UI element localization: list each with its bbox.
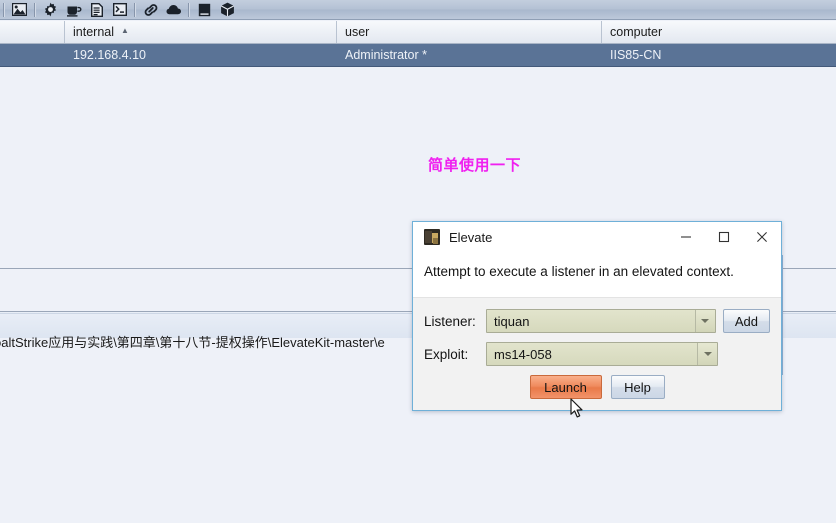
- cube-icon[interactable]: [218, 1, 237, 18]
- toolbar-separator: [34, 2, 36, 17]
- dialog-title: Elevate: [449, 229, 493, 245]
- exploit-field-row: Exploit: ms14-058: [424, 342, 770, 366]
- toolbar-separator: [3, 2, 5, 17]
- file-path-text: oaltStrike应用与实践\第四章\第十八节-提权操作\ElevateKit…: [0, 335, 385, 350]
- close-button[interactable]: [743, 222, 781, 252]
- maximize-button[interactable]: [705, 222, 743, 252]
- terminal-icon[interactable]: [110, 1, 129, 18]
- gear-icon[interactable]: [41, 1, 60, 18]
- help-button[interactable]: Help: [610, 375, 665, 399]
- sort-ascending-icon: ▲: [121, 26, 129, 35]
- cloud-icon[interactable]: [164, 1, 183, 18]
- application-background: internal ▲ user computer 192.168.4.10 Ad…: [0, 0, 836, 523]
- listener-value: tiquan: [494, 313, 530, 329]
- table-header-row: internal ▲ user computer: [0, 21, 836, 44]
- table-cell-computer: IIS85-CN: [610, 48, 662, 62]
- table-cell-user: Administrator *: [345, 48, 427, 62]
- listener-field-row: Listener: tiquan Add: [424, 309, 770, 333]
- chevron-down-icon[interactable]: [694, 310, 715, 332]
- table-cell-internal: 192.168.4.10: [73, 48, 146, 62]
- add-listener-button[interactable]: Add: [722, 309, 770, 333]
- dialog-titlebar[interactable]: Elevate: [413, 222, 781, 252]
- exploit-value: ms14-058: [494, 346, 552, 362]
- exploit-label: Exploit:: [424, 346, 469, 362]
- table-header-computer[interactable]: computer: [602, 21, 836, 43]
- listener-label: Listener:: [424, 313, 476, 329]
- panel-divider-vertical: [782, 255, 783, 375]
- listener-select[interactable]: tiquan: [486, 309, 716, 333]
- coffee-cup-icon[interactable]: [64, 1, 83, 18]
- document-icon[interactable]: [87, 1, 106, 18]
- link-icon[interactable]: [141, 1, 160, 18]
- dialog-body: Listener: tiquan Add Exploit: ms14-058 L…: [413, 298, 781, 410]
- table-row[interactable]: 192.168.4.10 Administrator * IIS85-CN: [0, 44, 836, 67]
- exploit-select[interactable]: ms14-058: [486, 342, 718, 366]
- dialog-actions: Launch Help: [424, 375, 770, 399]
- image-icon[interactable]: [10, 1, 29, 18]
- beacons-table: internal ▲ user computer 192.168.4.10 Ad…: [0, 21, 836, 67]
- table-header-gutter: [0, 21, 65, 43]
- table-header-user-label: user: [345, 25, 370, 39]
- launch-button[interactable]: Launch: [529, 375, 602, 399]
- table-cell-gutter: [0, 44, 65, 66]
- elevate-dialog: Elevate Attempt to execute a listener in…: [412, 221, 782, 411]
- table-header-internal[interactable]: internal ▲: [65, 21, 337, 43]
- dialog-message: Attempt to execute a listener in an elev…: [413, 252, 781, 298]
- chevron-down-icon[interactable]: [697, 343, 717, 365]
- table-header-internal-label: internal: [73, 25, 114, 39]
- table-header-computer-label: computer: [610, 25, 663, 39]
- toolbar-separator: [134, 2, 136, 17]
- minimize-button[interactable]: [667, 222, 705, 252]
- table-header-user[interactable]: user: [337, 21, 602, 43]
- toolbar-separator: [188, 2, 190, 17]
- application-icon: [424, 229, 440, 245]
- main-toolbar: [0, 0, 836, 20]
- annotation-text: 简单使用一下: [428, 157, 522, 174]
- book-icon[interactable]: [195, 1, 214, 18]
